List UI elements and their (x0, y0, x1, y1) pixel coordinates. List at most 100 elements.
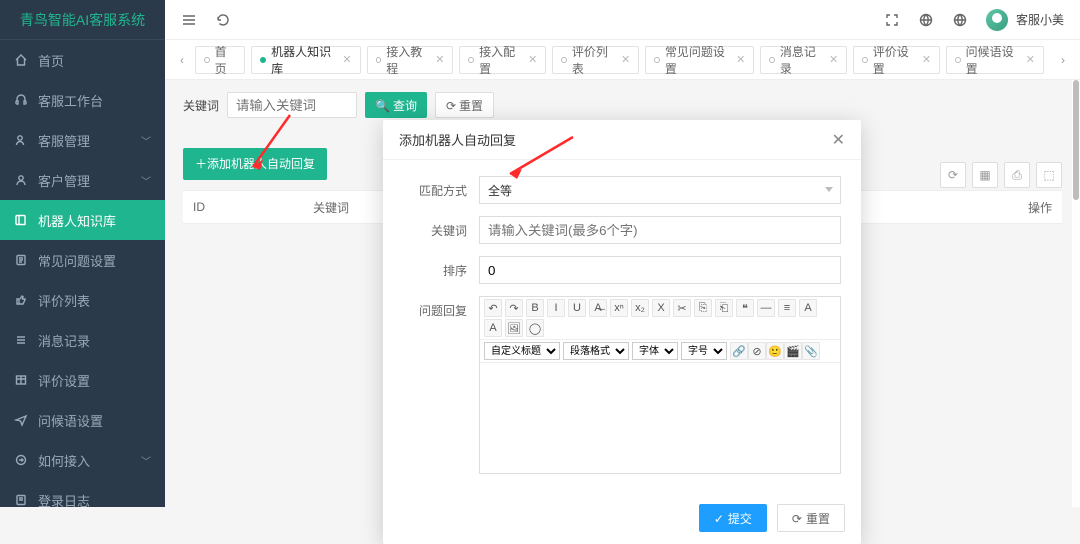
editor-btn-6[interactable]: xⁿ (610, 299, 628, 317)
editor-paragraph-select[interactable]: 段落格式 (563, 342, 629, 360)
sidebar-item-howto[interactable]: 如何接入 ﹀ (0, 440, 165, 480)
doc-icon (14, 253, 28, 267)
globe-icon[interactable] (952, 12, 968, 28)
editor-btn-0[interactable]: ↶ (484, 299, 502, 317)
username[interactable]: 客服小美 (1016, 11, 1064, 28)
close-icon[interactable]: ✕ (922, 53, 931, 66)
close-icon[interactable]: ✕ (832, 130, 845, 150)
sidebar-item-rating-setting[interactable]: 评价设置 (0, 360, 165, 400)
editor-btn-9[interactable]: ✂ (673, 299, 691, 317)
search-button[interactable]: 🔍查询 (365, 92, 427, 118)
tab-dot-icon (769, 57, 775, 63)
list-icon (14, 333, 28, 347)
tabs-next-icon[interactable]: › (1056, 53, 1070, 67)
tab-dot-icon (654, 57, 660, 63)
add-reply-modal: 添加机器人自动回复 ✕ 匹配方式 全等 关键词 排序 问题回复 (383, 120, 861, 544)
close-icon[interactable]: ✕ (1026, 53, 1035, 66)
editor-icon-0[interactable]: 🔗 (730, 342, 748, 360)
editor-btn-12[interactable]: ❝ (736, 299, 754, 317)
grid-export-icon[interactable]: ⬚ (1036, 162, 1062, 188)
globe-icon[interactable] (918, 12, 934, 28)
tab-dot-icon (260, 57, 266, 63)
editor-btn-14[interactable]: ≡ (778, 299, 796, 317)
tabs-prev-icon[interactable]: ‹ (175, 53, 189, 67)
topbar: 客服小美 (165, 0, 1080, 40)
sidebar-item-messages[interactable]: 消息记录 (0, 320, 165, 360)
sidebar-item-customer-mgmt[interactable]: 客户管理 ﹀ (0, 160, 165, 200)
editor-heading-select[interactable]: 自定义标题 (484, 342, 560, 360)
editor-btn-1[interactable]: ↷ (505, 299, 523, 317)
tab-1[interactable]: 机器人知识库✕ (251, 46, 360, 74)
editor-btn-4[interactable]: U (568, 299, 586, 317)
modal-reset-button[interactable]: ⟳重置 (777, 504, 845, 532)
tab-3[interactable]: 接入配置✕ (459, 46, 546, 74)
keyword-input[interactable] (479, 216, 841, 244)
sort-input[interactable] (479, 256, 841, 284)
table-icon (14, 373, 28, 387)
sidebar: 青鸟智能AI客服系统 首页 客服工作台 客服管理 ﹀ 客户管理 ﹀ 机器人知识库… (0, 0, 165, 507)
editor-font-select[interactable]: 字体 (632, 342, 678, 360)
arrow-icon (14, 453, 28, 467)
close-icon[interactable]: ✕ (435, 53, 444, 66)
editor-btn-8[interactable]: X (652, 299, 670, 317)
grid-print-icon[interactable]: ⎙ (1004, 162, 1030, 188)
close-icon[interactable]: ✕ (621, 53, 630, 66)
search-input[interactable] (227, 92, 357, 118)
editor-size-select[interactable]: 字号 (681, 342, 727, 360)
tab-0[interactable]: 首页 (195, 46, 245, 74)
close-icon[interactable]: ✕ (829, 53, 838, 66)
editor-btn-2[interactable]: B (526, 299, 544, 317)
editor-btn-5[interactable]: A̶ (589, 299, 607, 317)
close-icon[interactable]: ✕ (736, 53, 745, 66)
editor-btn-17[interactable]: 🖼 (505, 319, 523, 337)
editor-textarea[interactable] (480, 363, 840, 473)
editor-btn-16[interactable]: A (484, 319, 502, 337)
chevron-down-icon (825, 187, 833, 192)
editor-btn-15[interactable]: A (799, 299, 817, 317)
editor-btn-3[interactable]: I (547, 299, 565, 317)
fullscreen-icon[interactable] (884, 12, 900, 28)
search-icon: 🔍 (375, 99, 390, 113)
tab-5[interactable]: 常见问题设置✕ (645, 46, 754, 74)
editor-btn-18[interactable]: ◯ (526, 319, 544, 337)
editor-icon-2[interactable]: 🙂 (766, 342, 784, 360)
send-icon (14, 413, 28, 427)
editor-toolbar-row1: ↶↷BIUA̶xⁿx₂X✂⎘⎗❝—≡AA🖼◯ (480, 297, 840, 340)
scrollbar[interactable] (1072, 80, 1080, 507)
grid-columns-icon[interactable]: ▦ (972, 162, 998, 188)
editor-btn-11[interactable]: ⎗ (715, 299, 733, 317)
editor-btn-10[interactable]: ⎘ (694, 299, 712, 317)
chevron-down-icon: ﹀ (141, 133, 151, 148)
tab-8[interactable]: 问候语设置✕ (946, 46, 1044, 74)
tab-6[interactable]: 消息记录✕ (760, 46, 847, 74)
avatar[interactable] (986, 9, 1008, 31)
grid-refresh-icon[interactable]: ⟳ (940, 162, 966, 188)
sidebar-item-faq[interactable]: 常见问题设置 (0, 240, 165, 280)
tab-7[interactable]: 评价设置✕ (853, 46, 940, 74)
add-bot-reply-button[interactable]: ＋添加机器人自动回复 (183, 148, 327, 180)
sidebar-item-agent-mgmt[interactable]: 客服管理 ﹀ (0, 120, 165, 160)
sidebar-item-workbench[interactable]: 客服工作台 (0, 80, 165, 120)
home-icon (14, 53, 28, 67)
editor-icon-3[interactable]: 🎬 (784, 342, 802, 360)
submit-button[interactable]: ✓提交 (699, 504, 767, 532)
tab-4[interactable]: 评价列表✕ (552, 46, 639, 74)
close-icon[interactable]: ✕ (342, 53, 351, 66)
refresh-icon[interactable] (215, 12, 231, 28)
sidebar-item-rating-list[interactable]: 评价列表 (0, 280, 165, 320)
close-icon[interactable]: ✕ (528, 53, 537, 66)
scrollbar-thumb[interactable] (1073, 80, 1079, 200)
sidebar-item-bot-kb[interactable]: 机器人知识库 (0, 200, 165, 240)
sidebar-item-greeting[interactable]: 问候语设置 (0, 400, 165, 440)
match-type-select[interactable]: 全等 (479, 176, 841, 204)
search-reset-button[interactable]: ⟳重置 (435, 92, 494, 118)
sidebar-item-login-log[interactable]: 登录日志 (0, 480, 165, 507)
editor-icon-1[interactable]: ⊘ (748, 342, 766, 360)
tab-dot-icon (561, 57, 567, 63)
editor-btn-7[interactable]: x₂ (631, 299, 649, 317)
editor-icon-4[interactable]: 📎 (802, 342, 820, 360)
editor-btn-13[interactable]: — (757, 299, 775, 317)
sidebar-item-home[interactable]: 首页 (0, 40, 165, 80)
tab-2[interactable]: 接入教程✕ (367, 46, 454, 74)
menu-toggle-icon[interactable] (181, 12, 197, 28)
